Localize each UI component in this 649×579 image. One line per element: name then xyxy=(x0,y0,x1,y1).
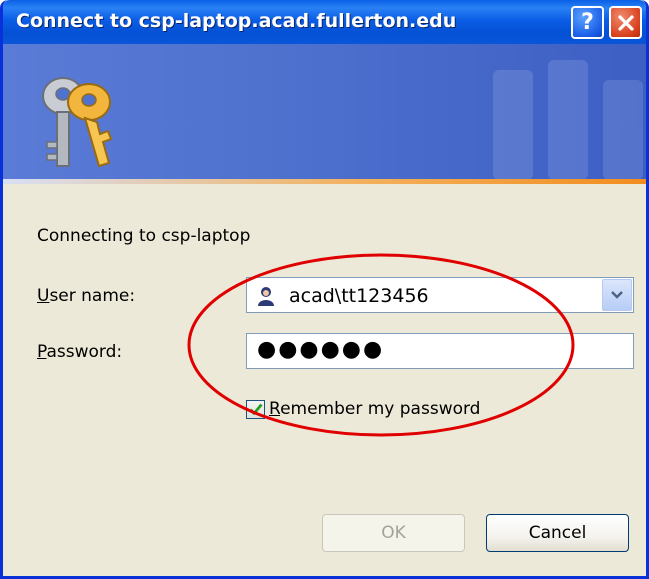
close-icon xyxy=(617,14,634,31)
password-label: Password: xyxy=(37,342,122,362)
keys-icon xyxy=(42,77,113,168)
username-label-text: ser name: xyxy=(49,286,136,306)
username-label-mnemonic: U xyxy=(37,286,50,306)
help-button[interactable]: ? xyxy=(571,6,604,39)
password-label-text: assword: xyxy=(46,342,123,362)
cancel-button[interactable]: Cancel xyxy=(486,514,629,552)
password-label-mnemonic: P xyxy=(37,342,47,362)
close-button[interactable] xyxy=(609,6,642,39)
credentials-dialog: Connect to csp-laptop.acad.fullerton.edu… xyxy=(0,0,649,579)
connecting-message: Connecting to csp-laptop xyxy=(37,226,251,246)
help-icon: ? xyxy=(581,10,594,35)
chevron-down-icon xyxy=(611,291,623,299)
title-bar[interactable]: Connect to csp-laptop.acad.fullerton.edu… xyxy=(3,0,646,44)
window-title: Connect to csp-laptop.acad.fullerton.edu xyxy=(16,10,457,32)
username-label: User name: xyxy=(37,286,135,306)
ok-button[interactable]: OK xyxy=(322,514,465,552)
watermark-keys-icon xyxy=(493,60,643,180)
username-dropdown-button[interactable] xyxy=(602,279,632,311)
annotation-ellipse xyxy=(187,253,575,437)
